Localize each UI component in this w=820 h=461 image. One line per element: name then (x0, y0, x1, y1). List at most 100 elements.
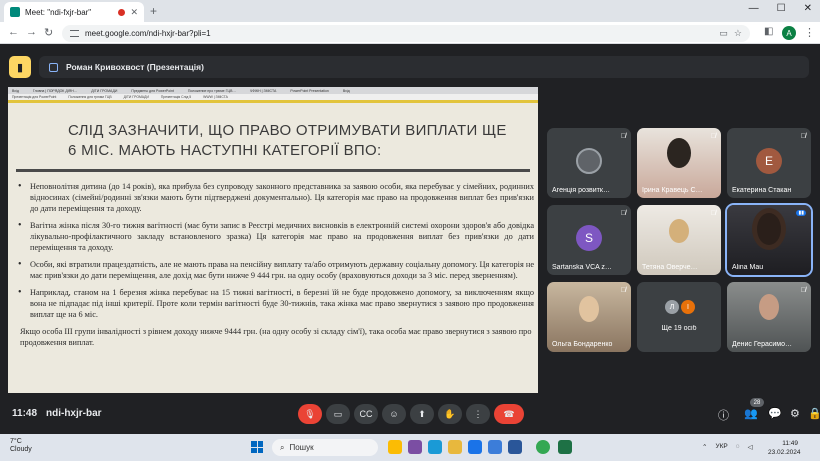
participant-name: Sartanska VCA z… (552, 264, 612, 271)
maximize-button[interactable]: ☐ (777, 3, 786, 14)
close-tab-icon[interactable]: ✕ (130, 7, 138, 18)
participant-name: Тетяна Оверче… (642, 264, 698, 271)
site-info-icon[interactable] (70, 30, 79, 37)
more-options-button[interactable]: ⋮ (466, 404, 490, 424)
new-tab-button[interactable]: + (150, 4, 157, 18)
mic-off-icon: 🎙̸ (800, 287, 806, 294)
slide-tab: Гловна | ПОРЯДОК ДІЯН… (32, 88, 78, 93)
browser-menu-icon[interactable]: ⋮ (804, 26, 815, 39)
folder-icon[interactable] (448, 440, 462, 454)
participant-tile-active[interactable]: ▮▮ Alina Mau (725, 203, 813, 277)
search-icon: ⌕ (280, 442, 285, 452)
leave-call-button[interactable]: ☎ (494, 404, 524, 424)
system-tray: ⌃ УКР ◌ ◁ (702, 443, 753, 451)
presentation-pin-button[interactable]: ▮ (9, 56, 31, 78)
mic-off-icon: 🎙̸ (620, 133, 626, 140)
host-controls-icon[interactable]: 🔒 (808, 407, 820, 420)
slide-bullet: Особи, які втратили працездатність, але … (16, 259, 534, 281)
slide-bookmark: WWW | ЗМІСТА (203, 95, 228, 99)
meeting-info-icon[interactable]: ⓘ (718, 407, 729, 423)
edge-icon[interactable] (428, 440, 442, 454)
volume-icon[interactable]: ◁ (748, 443, 753, 451)
mic-off-icon: 🎙̸ (620, 287, 626, 294)
clock-time: 11:49 (782, 440, 798, 447)
captions-button[interactable]: CC (354, 404, 378, 424)
participant-name: Денис Герасимо… (732, 341, 792, 348)
emoji-icon: ☺ (389, 409, 399, 419)
store-icon[interactable] (468, 440, 482, 454)
reload-icon[interactable]: ↻ (44, 26, 53, 39)
participant-tile[interactable]: 🎙̸ Денис Герасимо… (727, 282, 811, 352)
network-icon[interactable]: ◌ (736, 443, 740, 451)
file-explorer-icon[interactable] (388, 440, 402, 454)
participant-tile[interactable]: 🎙̸ Тетяна Оверче… (637, 205, 721, 275)
mic-off-icon: 🎙 (304, 408, 316, 419)
slide-footer-text: Якщо особа ІІІ групи інвалідності з рівн… (20, 327, 532, 347)
participant-tile[interactable]: S 🎙̸ Sartanska VCA z… (547, 205, 631, 275)
minimize-button[interactable]: — (749, 3, 759, 14)
person-silhouette (757, 213, 781, 245)
present-button[interactable]: ⬆ (410, 404, 434, 424)
camera-toggle-button[interactable]: ▭ (326, 404, 350, 424)
profile-avatar[interactable]: A (782, 26, 796, 40)
avatar (576, 148, 602, 174)
taskview-icon[interactable] (408, 440, 422, 454)
participant-tile[interactable]: Е 🎙̸ Екатерина Стакан (727, 128, 811, 198)
more-participants-label: Ще 19 осіб (661, 325, 697, 332)
back-icon[interactable]: ← (8, 26, 19, 38)
language-indicator[interactable]: УКР (715, 443, 727, 451)
participant-tile[interactable]: 🎙̸ Агенція розвитк… (547, 128, 631, 198)
shared-screen: Вхід Гловна | ПОРЯДОК ДІЯН… ДІТИ ГРОМАДИ… (8, 87, 538, 393)
taskbar-search[interactable]: ⌕ Пошук (272, 439, 378, 456)
raise-hand-button[interactable]: ✋ (438, 404, 462, 424)
search-placeholder: Пошук (289, 443, 314, 452)
avatar: Е (756, 148, 782, 174)
forward-icon[interactable]: → (26, 26, 37, 38)
avatar: S (576, 225, 602, 251)
person-silhouette (669, 219, 689, 243)
reactions-button[interactable]: ☺ (382, 404, 406, 424)
more-icon: ⋮ (473, 408, 483, 419)
taskbar-clock[interactable]: 11:49 23.02.2024 (768, 439, 801, 457)
weather-widget[interactable]: 7°C Cloudy (10, 438, 32, 454)
slide-bullet: Наприклад, станом на 1 березня жінка пер… (16, 287, 534, 320)
activities-icon[interactable]: ⚙ (790, 407, 800, 420)
close-window-button[interactable]: ✕ (804, 3, 812, 14)
slide-bullet: Неповнолітня дитина (до 14 років), яка п… (16, 181, 534, 214)
more-participants-tile[interactable]: Л І Ще 19 осіб (637, 282, 721, 352)
meeting-code: ndi-hxjr-bar (46, 408, 102, 419)
slide-body: Неповнолітня дитина (до 14 років), яка п… (16, 181, 534, 348)
mic-toggle-button[interactable]: 🎙 (298, 404, 322, 424)
participant-tile[interactable]: 🎙̸ Ольга Бондаренко (547, 282, 631, 352)
camera-icon: ▭ (333, 408, 343, 419)
slide-tab: Вхід (12, 88, 19, 93)
chat-icon[interactable]: 💬 (768, 407, 782, 420)
word-icon[interactable] (508, 440, 522, 454)
excel-icon[interactable] (558, 440, 572, 454)
mail-icon[interactable] (488, 440, 502, 454)
mic-off-icon: 🎙̸ (710, 133, 716, 140)
omnibox[interactable]: meet.google.com/ndi-hxjr-bar?pli=1 ▭ ☆ (62, 25, 750, 42)
slide-tab: Положение про трюме ГЦВ… (187, 88, 236, 93)
people-icon[interactable]: 👥 (744, 407, 758, 420)
bookmark-star-icon[interactable]: ☆ (734, 28, 742, 39)
participant-name: Агенція розвитк… (552, 187, 610, 194)
avatar: Л (665, 300, 679, 314)
side-panel-icon[interactable]: ◧ (764, 26, 773, 37)
hang-up-icon: ☎ (503, 408, 515, 419)
speaking-indicator-icon: ▮▮ (796, 210, 806, 216)
participant-name: Ольга Бондаренко (552, 341, 613, 348)
windows-start-icon[interactable] (251, 441, 263, 453)
present-icon: ⬆ (418, 408, 426, 419)
hand-icon: ✋ (444, 408, 456, 419)
participant-tile[interactable]: 🎙̸ Ірина Кравець С… (637, 128, 721, 198)
tray-up-icon[interactable]: ⌃ (702, 443, 707, 451)
slide-tab: Вхід (342, 88, 350, 93)
participant-name: Ірина Кравець С… (642, 187, 703, 194)
slide-divider (16, 169, 530, 172)
captions-icon: CC (359, 409, 373, 419)
cast-icon[interactable]: ▭ (719, 28, 728, 39)
browser-tab-meet[interactable]: Meet: "ndi-fxjr-bar" ✕ (4, 2, 144, 22)
tab-title: Meet: "ndi-fxjr-bar" (25, 7, 92, 17)
chrome-icon[interactable] (536, 440, 550, 454)
